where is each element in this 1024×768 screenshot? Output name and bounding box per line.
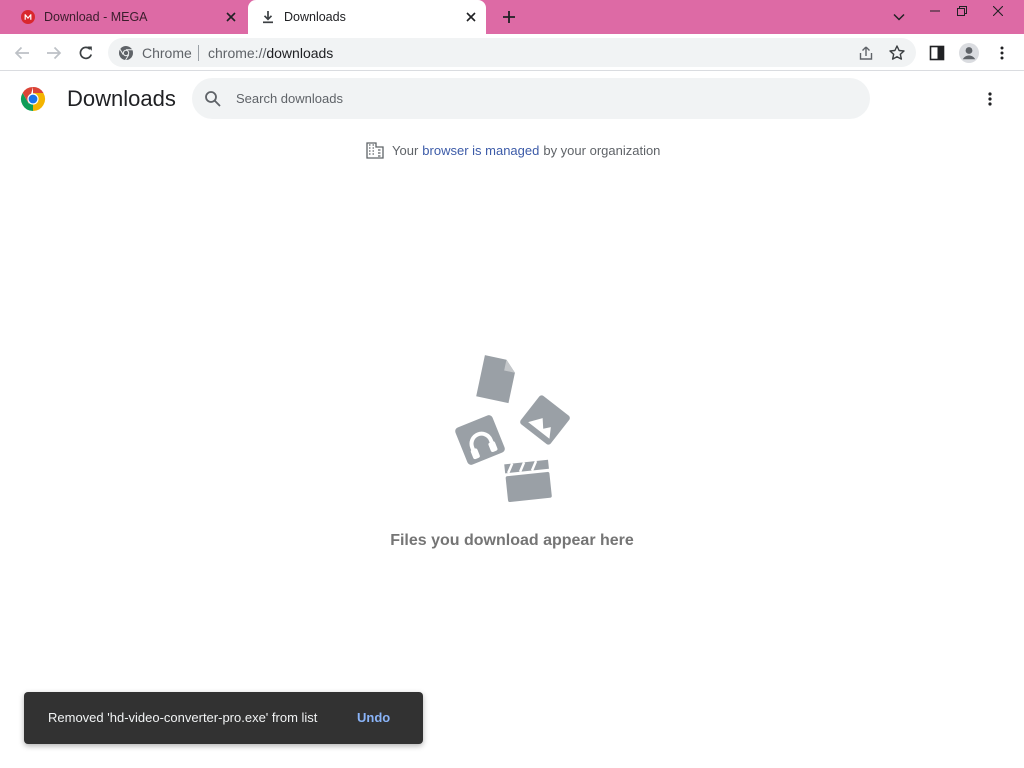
- search-icon[interactable]: [204, 90, 222, 108]
- managed-suffix: by your organization: [543, 142, 661, 158]
- site-chip-label: Chrome: [142, 45, 192, 61]
- forward-arrow-icon[interactable]: [41, 40, 67, 66]
- address-bar[interactable]: Chrome chrome://downloads: [108, 38, 916, 67]
- url-scheme: chrome://: [208, 45, 267, 61]
- undo-button[interactable]: Undo: [357, 710, 390, 725]
- url-host: downloads: [266, 45, 334, 61]
- toast-message: Removed 'hd-video-converter-pro.exe' fro…: [48, 710, 318, 725]
- omnibox-divider: [198, 45, 199, 61]
- managed-prefix: Your: [392, 142, 419, 158]
- tab-mega[interactable]: Download - MEGA: [8, 0, 246, 34]
- video-icon: [504, 459, 552, 502]
- managed-notice: Your browser is managed by your organiza…: [366, 140, 660, 160]
- download-icon: [261, 10, 275, 24]
- tab-downloads[interactable]: Downloads: [248, 0, 486, 34]
- url-text[interactable]: chrome://downloads: [208, 45, 333, 61]
- browser-managed-link[interactable]: browser is managed: [422, 143, 539, 158]
- star-icon[interactable]: [888, 44, 906, 62]
- share-icon[interactable]: [857, 44, 875, 62]
- tab-strip: Download - MEGA Downloads: [0, 0, 1024, 34]
- kebab-menu-icon[interactable]: [989, 40, 1015, 66]
- search-downloads[interactable]: [192, 78, 870, 119]
- browser-toolbar: Chrome chrome://downloads: [0, 34, 1024, 71]
- back-arrow-icon[interactable]: [9, 40, 35, 66]
- page-title: Downloads: [67, 86, 176, 111]
- building-icon: [366, 141, 384, 159]
- search-input[interactable]: [236, 88, 836, 109]
- restore-icon[interactable]: [945, 0, 979, 22]
- new-tab-button[interactable]: [498, 6, 520, 28]
- removed-toast: Removed 'hd-video-converter-pro.exe' fro…: [24, 692, 423, 744]
- empty-downloads-illustration: [455, 355, 570, 502]
- audio-icon: [455, 415, 505, 465]
- close-tab-icon[interactable]: [462, 8, 480, 26]
- side-panel-icon[interactable]: [924, 40, 950, 66]
- chrome-logo-icon: [20, 86, 46, 112]
- close-icon[interactable]: [981, 0, 1015, 22]
- reload-icon[interactable]: [73, 40, 99, 66]
- mega-icon: [21, 10, 35, 24]
- downloads-menu-icon[interactable]: [978, 87, 1002, 111]
- empty-state-text: Files you download appear here: [390, 532, 634, 549]
- profile-icon[interactable]: [956, 40, 982, 66]
- chrome-site-icon: [118, 45, 134, 61]
- tab-title: Downloads: [284, 10, 346, 24]
- chevron-down-icon[interactable]: [882, 6, 916, 28]
- close-tab-icon[interactable]: [222, 8, 240, 26]
- document-icon: [476, 355, 515, 404]
- tab-title: Download - MEGA: [44, 10, 148, 24]
- image-icon: [520, 395, 570, 445]
